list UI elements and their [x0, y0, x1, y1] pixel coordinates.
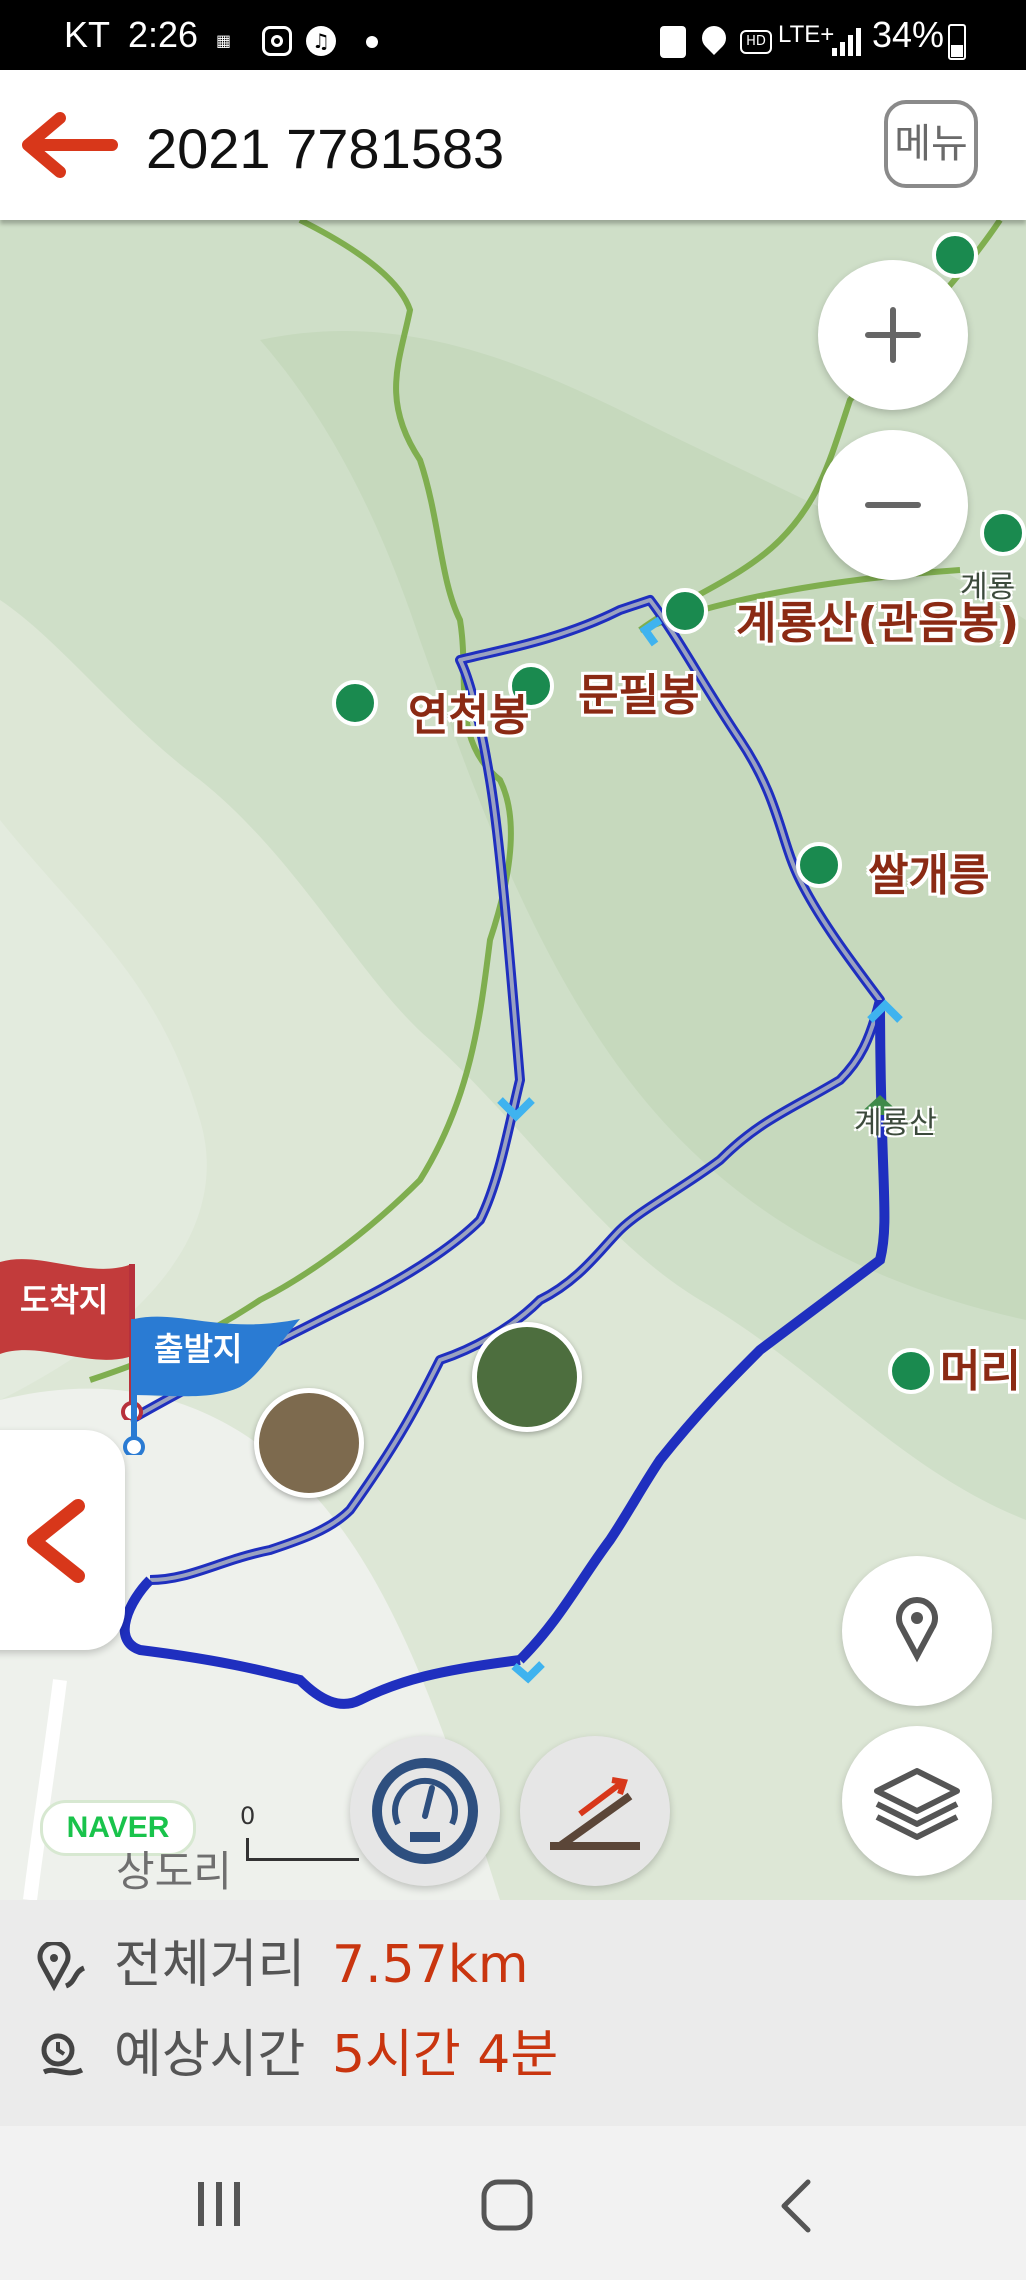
- my-location-button[interactable]: [842, 1556, 992, 1706]
- dot-icon: [366, 36, 378, 48]
- clock-text: 2:26: [128, 14, 199, 55]
- signal-icon: [832, 28, 861, 56]
- peak-label: 머리: [940, 1346, 1021, 1397]
- battery-icon: [948, 24, 966, 60]
- distance-value: 7.57km: [332, 1935, 529, 1995]
- back-nav-icon[interactable]: [772, 2176, 822, 2236]
- photo-thumbnail[interactable]: [472, 1322, 582, 1432]
- app-header: 2021 7781583 메뉴: [0, 70, 1026, 220]
- location-icon: [697, 21, 731, 55]
- speed-gauge-button[interactable]: [350, 1736, 500, 1886]
- speedometer-icon: [372, 1758, 478, 1864]
- side-panel-toggle[interactable]: [0, 1430, 125, 1650]
- music-icon: ♫: [306, 26, 336, 56]
- area-label: 계룡: [960, 570, 1016, 605]
- menu-button[interactable]: 메뉴: [884, 100, 978, 188]
- route-distance-icon: [37, 1942, 86, 1992]
- peak-marker-icon[interactable]: [980, 510, 1026, 556]
- battery-text: 34%: [872, 14, 945, 55]
- clock-route-icon: [41, 2033, 84, 2076]
- minus-icon: [865, 502, 921, 508]
- lte-plus-icon: LTE+: [778, 21, 835, 48]
- route-summary-panel: 전체거리 7.57km 예상시간 5시간 4분: [0, 1900, 1026, 2126]
- home-icon[interactable]: [478, 2176, 538, 2236]
- map-scale-bar: [246, 1838, 359, 1861]
- arrival-label: 도착지: [20, 1281, 109, 1319]
- departure-flag-icon[interactable]: [120, 1295, 310, 1455]
- plus-icon: [865, 307, 921, 363]
- back-arrow-icon: [22, 112, 118, 178]
- system-nav-bar: [0, 2126, 1026, 2280]
- peak-label: 연천봉: [408, 690, 530, 741]
- summit-label: 계룡산: [854, 1106, 937, 1141]
- distance-label: 전체거리: [114, 1935, 306, 1995]
- peak-label: 쌀개릉: [868, 850, 990, 901]
- peak-marker-icon[interactable]: [332, 680, 378, 726]
- map-layers-button[interactable]: [842, 1726, 992, 1876]
- status-bar: KT 2:26 ▦ ♫ HD LTE+ 34%: [0, 0, 1026, 70]
- chevron-left-icon: [27, 1499, 85, 1583]
- time-value: 5시간 4분: [332, 2025, 559, 2085]
- recent-apps-icon[interactable]: [190, 2176, 250, 2232]
- peak-marker-icon[interactable]: [888, 1348, 934, 1394]
- departure-label: 출발지: [154, 1330, 243, 1368]
- scale-zero-label: 0: [240, 1802, 256, 1830]
- layers-icon: [874, 1768, 960, 1840]
- village-label: 상도리: [116, 1847, 232, 1896]
- location-pin-icon: [896, 1597, 938, 1663]
- zoom-out-button[interactable]: [818, 430, 968, 580]
- time-label: 예상시간: [114, 2025, 306, 2085]
- hd-icon: HD: [740, 30, 772, 54]
- peak-marker-icon[interactable]: [662, 588, 708, 634]
- peak-label: 문필봉: [578, 670, 700, 721]
- map-view[interactable]: 연천봉 문필봉 계룡산(관음봉) 쌀개릉 머리 계룡산 계룡 도착지 출발지 N…: [0, 220, 1026, 1900]
- carrier-text: KT: [64, 14, 111, 55]
- recycle-icon: [660, 26, 686, 58]
- elevation-icon: [550, 1777, 640, 1850]
- instagram-icon: [262, 26, 292, 56]
- peak-marker-icon[interactable]: [796, 842, 842, 888]
- page-title: 2021 7781583: [146, 117, 505, 180]
- elevation-profile-button[interactable]: [520, 1736, 670, 1886]
- back-button[interactable]: [20, 110, 120, 180]
- data-saver-icon: ▦: [216, 31, 232, 50]
- zoom-in-button[interactable]: [818, 260, 968, 410]
